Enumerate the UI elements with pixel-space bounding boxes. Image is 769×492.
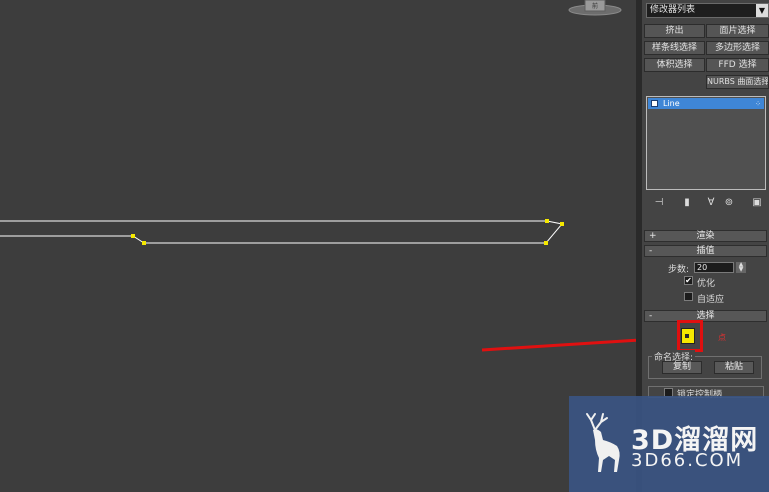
nurbs-surface-select-button[interactable]: NURBS 曲面选择 bbox=[706, 75, 769, 89]
watermark: 3D溜溜网 3D66.COM bbox=[569, 396, 769, 492]
stack-item-line[interactable]: Line ⁘ bbox=[648, 98, 764, 109]
spline-vertices[interactable] bbox=[131, 219, 564, 245]
expand-icon: + bbox=[649, 231, 657, 241]
spline-shape[interactable] bbox=[0, 220, 563, 244]
make-unique-icon[interactable]: ∀ bbox=[704, 196, 718, 210]
view-cube-icon[interactable]: 前 bbox=[568, 0, 622, 16]
deer-logo-icon bbox=[586, 413, 620, 472]
modifier-list-label: 修改器列表 bbox=[650, 5, 696, 15]
vertex-label: 点 bbox=[718, 333, 726, 342]
poly-select-button[interactable]: 多边形选择 bbox=[706, 41, 769, 55]
chevron-down-icon[interactable]: ▼ bbox=[756, 4, 768, 17]
rollout-selection[interactable]: - 选择 bbox=[644, 310, 767, 322]
collapse-icon: - bbox=[649, 311, 653, 321]
adaptive-label: 自适应 bbox=[697, 295, 725, 305]
lightbulb-icon[interactable]: ⁘ bbox=[755, 99, 761, 110]
show-end-result-icon[interactable]: ▮ bbox=[680, 196, 694, 210]
collapse-icon[interactable] bbox=[651, 100, 658, 107]
remove-modifier-icon[interactable]: ⊚ bbox=[722, 196, 736, 210]
optimize-label: 优化 bbox=[697, 279, 716, 289]
spline-select-button[interactable]: 样条线选择 bbox=[644, 41, 705, 55]
highlight-box bbox=[677, 320, 703, 352]
rollout-title: 插值 bbox=[696, 246, 715, 256]
viewport[interactable]: 前 bbox=[0, 0, 636, 492]
rollout-title: 渲染 bbox=[696, 231, 715, 241]
vertex-point bbox=[131, 234, 135, 238]
copy-button[interactable]: 复制 bbox=[662, 361, 702, 374]
collapse-icon: - bbox=[649, 246, 653, 256]
stack-item-label: Line bbox=[663, 99, 680, 108]
view-cube-label: 前 bbox=[592, 2, 598, 10]
vertex-point bbox=[560, 222, 564, 226]
optimize-checkbox[interactable]: ✔ bbox=[684, 276, 693, 285]
volume-select-button[interactable]: 体积选择 bbox=[644, 58, 705, 72]
steps-label: 步数: bbox=[668, 265, 690, 275]
modifier-stack[interactable]: Line ⁘ bbox=[646, 96, 766, 190]
configure-modifier-sets-icon[interactable]: ▣ bbox=[750, 196, 764, 210]
vertex-point bbox=[545, 219, 549, 223]
steps-spinner-icon[interactable]: ▲ ▼ bbox=[736, 262, 746, 273]
patch-select-button[interactable]: 面片选择 bbox=[706, 24, 769, 38]
rollout-rendering[interactable]: + 渲染 bbox=[644, 230, 767, 242]
modifier-list-dropdown[interactable]: 修改器列表 ▼ bbox=[646, 3, 769, 18]
watermark-sub: 3D66.COM bbox=[631, 450, 744, 471]
rollout-interpolation[interactable]: - 插值 bbox=[644, 245, 767, 257]
vertex-point bbox=[142, 241, 146, 245]
ffd-select-button[interactable]: FFD 选择 bbox=[706, 58, 769, 72]
pin-stack-icon[interactable]: ⊣ bbox=[652, 196, 666, 210]
paste-button[interactable]: 粘贴 bbox=[714, 361, 754, 374]
viewport-canvas[interactable]: 前 bbox=[0, 0, 636, 492]
extrude-button[interactable]: 挤出 bbox=[644, 24, 705, 38]
steps-input[interactable]: 20 bbox=[694, 262, 734, 273]
vertex-point bbox=[544, 241, 548, 245]
annotation-arrow bbox=[481, 338, 636, 352]
adaptive-checkbox[interactable] bbox=[684, 292, 693, 301]
stack-toolbar: ⊣ ▮ ∀ ⊚ ▣ bbox=[646, 196, 766, 210]
